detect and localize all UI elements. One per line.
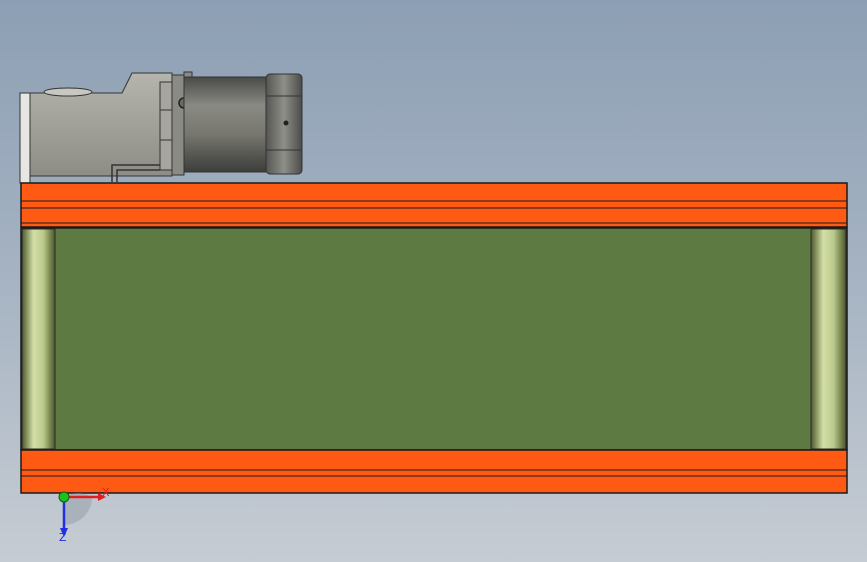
right-roller[interactable] (810, 228, 847, 450)
cad-viewport[interactable]: X Z (0, 0, 867, 562)
motor[interactable] (183, 73, 303, 175)
conveyor-belt[interactable] (20, 227, 848, 451)
bottom-frame-rail[interactable] (20, 449, 848, 494)
coordinate-triad: X Z (58, 486, 110, 544)
left-roller[interactable] (21, 228, 56, 450)
y-axis-dot (58, 491, 70, 503)
x-axis-label: X (102, 486, 110, 499)
z-axis-label: Z (59, 531, 67, 544)
screw-icon (283, 120, 289, 126)
gearbox[interactable] (19, 72, 173, 184)
conveyor-model[interactable]: X Z (0, 0, 867, 562)
top-frame-rail[interactable] (20, 182, 848, 228)
